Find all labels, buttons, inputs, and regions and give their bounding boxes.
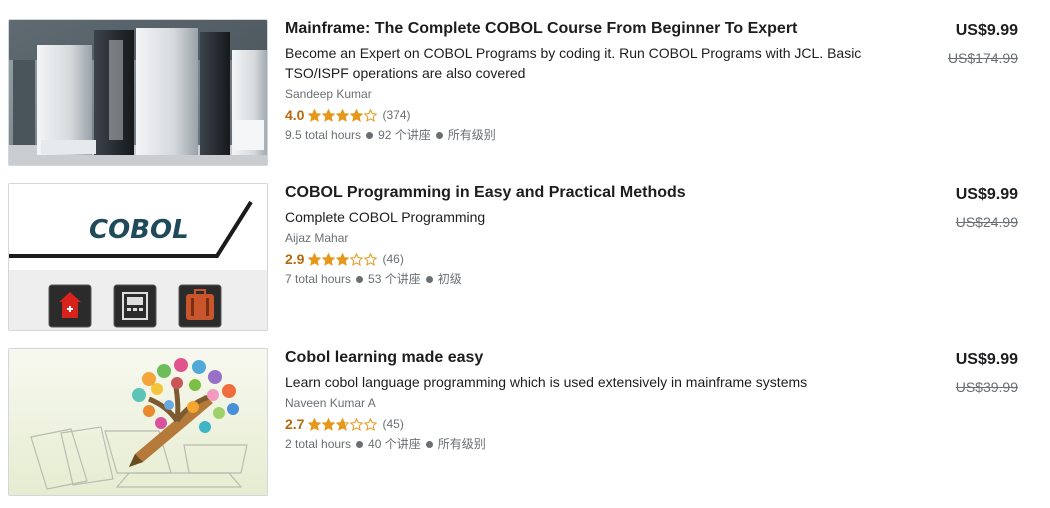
course-thumbnail[interactable]: COBOL <box>8 183 268 331</box>
briefcase-icon <box>186 294 214 320</box>
separator-dot <box>425 275 433 283</box>
current-price: US$9.99 <box>955 351 1018 368</box>
star-icon <box>350 108 364 122</box>
price-box: US$9.99 US$174.99 <box>898 19 1018 69</box>
star-rating <box>308 252 378 266</box>
rating-row: 2.7 (45) <box>285 414 905 434</box>
total-hours: 7 total hours <box>285 272 352 286</box>
course-thumbnail[interactable] <box>8 19 268 166</box>
learning-tree-image <box>9 349 267 495</box>
original-price: US$174.99 <box>947 50 1018 66</box>
separator-dot <box>366 131 374 139</box>
separator-dot <box>356 275 364 283</box>
star-icon <box>308 417 322 431</box>
rating-value: 2.9 <box>285 251 305 267</box>
original-price: US$24.99 <box>955 214 1018 230</box>
course-author: Aijaz Mahar <box>285 231 349 245</box>
course-title[interactable]: COBOL Programming in Easy and Practical … <box>285 183 905 203</box>
mainframe-image <box>9 20 267 165</box>
rating-row: 4.0 (374) <box>285 105 905 125</box>
course-meta: 9.5 total hours 92 个讲座 所有级别 <box>285 126 905 144</box>
price-box: US$9.99 US$24.99 <box>898 183 1018 233</box>
star-icon <box>308 108 322 122</box>
course-level: 所有级别 <box>447 128 496 142</box>
star-icon <box>322 108 336 122</box>
star-icon <box>336 108 350 122</box>
total-hours: 9.5 total hours <box>285 128 362 142</box>
course-level: 初级 <box>437 272 462 286</box>
star-icon <box>322 252 336 266</box>
star-icon <box>364 417 378 431</box>
star-icon <box>336 417 350 431</box>
separator-dot <box>435 131 443 139</box>
rating-count: (374) <box>382 108 411 122</box>
cobol-logo-text: COBOL <box>89 215 189 245</box>
course-meta: 2 total hours 40 个讲座 所有级别 <box>285 435 905 453</box>
star-icon <box>308 252 322 266</box>
star-icon <box>336 252 350 266</box>
course-title[interactable]: Cobol learning made easy <box>285 348 905 368</box>
course-meta: 7 total hours 53 个讲座 初级 <box>285 270 905 288</box>
rating-count: (46) <box>382 252 404 266</box>
rating-value: 2.7 <box>285 416 305 432</box>
star-icon <box>350 252 364 266</box>
rating-value: 4.0 <box>285 107 305 123</box>
course-description: Learn cobol language programming which i… <box>285 374 808 390</box>
rating-row: 2.9 (46) <box>285 249 905 269</box>
price-box: US$9.99 US$39.99 <box>898 348 1018 398</box>
star-icon <box>350 417 364 431</box>
original-price: US$39.99 <box>955 379 1018 395</box>
lecture-count: 40 个讲座 <box>368 437 421 451</box>
course-description: Become an Expert on COBOL Programs by co… <box>285 45 862 81</box>
current-price: US$9.99 <box>955 186 1018 203</box>
total-hours: 2 total hours <box>285 437 352 451</box>
course-level: 所有级别 <box>437 437 486 451</box>
star-icon <box>364 252 378 266</box>
current-price: US$9.99 <box>955 22 1018 39</box>
course-author: Sandeep Kumar <box>285 87 372 101</box>
star-icon <box>364 108 378 122</box>
star-rating <box>308 417 378 431</box>
lecture-count: 92 个讲座 <box>378 128 431 142</box>
rating-count: (45) <box>382 417 404 431</box>
lecture-count: 53 个讲座 <box>368 272 421 286</box>
cobol-thumbnail-image: COBOL <box>9 184 267 330</box>
course-description: Complete COBOL Programming <box>285 209 486 225</box>
course-title[interactable]: Mainframe: The Complete COBOL Course Fro… <box>285 19 905 39</box>
star-icon <box>322 417 336 431</box>
star-rating <box>308 108 378 122</box>
separator-dot <box>425 440 433 448</box>
course-author: Naveen Kumar A <box>285 396 376 410</box>
course-thumbnail[interactable] <box>8 348 268 496</box>
separator-dot <box>356 440 364 448</box>
